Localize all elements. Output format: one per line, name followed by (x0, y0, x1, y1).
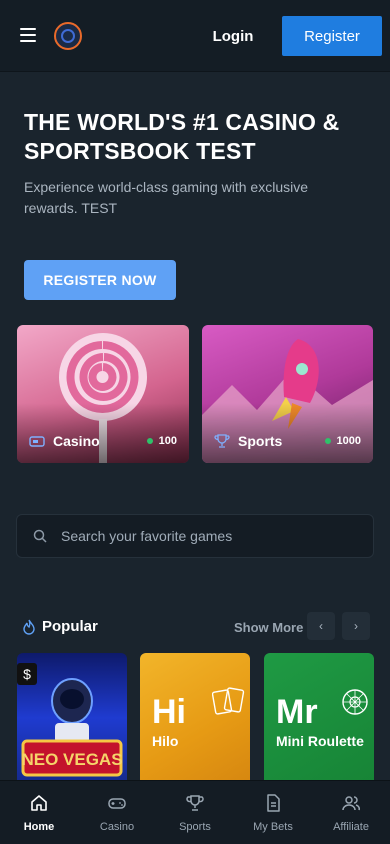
category-card-sports[interactable]: Sports 1000 (202, 325, 373, 463)
category-count: 100 (158, 435, 177, 447)
category-count: 1000 (336, 435, 361, 447)
cards-icon (212, 687, 245, 715)
game-monogram: Mr (276, 693, 318, 731)
nav-label: Affiliate (333, 821, 369, 833)
nav-label: Home (23, 821, 55, 833)
game-card-neo-vegas[interactable]: $ NEO VEGAS (17, 653, 127, 783)
game-name: Mini Roulette (276, 733, 364, 749)
popular-section-header: Popular Show More ‹ › (22, 612, 372, 642)
gamepad-icon (108, 798, 126, 809)
category-label: Sports (238, 433, 283, 449)
chevron-left-icon[interactable]: ‹ (307, 612, 335, 640)
game-name: Hilo (152, 733, 179, 749)
trophy-icon (214, 434, 230, 448)
trophy-icon (186, 795, 204, 811)
register-now-button[interactable]: REGISTER NOW (24, 260, 176, 300)
category-card-casino[interactable]: Casino 100 (17, 325, 189, 463)
hero-title: THE WORLD'S #1 CASINO & SPORTSBOOK TEST (24, 109, 340, 164)
roulette-wheel-icon (342, 689, 368, 715)
login-button[interactable]: Login (200, 16, 266, 56)
home-icon (31, 795, 47, 811)
game-monogram: Hi (152, 693, 186, 731)
neo-vegas-title: NEO VEGAS (21, 750, 122, 769)
neo-vegas-art: $ NEO VEGAS (17, 663, 123, 777)
section-title: Popular (42, 618, 98, 635)
bottom-navigation: Home Casino Sports My Bets Affiliate (0, 780, 390, 844)
nav-label: Casino (99, 821, 135, 833)
search-icon (33, 529, 47, 543)
search-input[interactable] (61, 528, 341, 544)
casino-icon (29, 436, 45, 447)
nav-item-home[interactable]: Home (0, 781, 78, 844)
show-more-link[interactable]: Show More (234, 620, 303, 635)
nav-item-casino[interactable]: Casino (78, 781, 156, 844)
chevron-right-icon[interactable]: › (342, 612, 370, 640)
nav-item-sports[interactable]: Sports (156, 781, 234, 844)
top-header: Login Register (0, 0, 390, 72)
online-dot (324, 438, 331, 444)
game-search[interactable] (16, 514, 374, 558)
nav-item-my-bets[interactable]: My Bets (234, 781, 312, 844)
game-card-mini-roulette[interactable]: Mr Mini Roulette (264, 653, 374, 783)
online-dot (146, 438, 153, 444)
svg-text:$: $ (23, 666, 31, 682)
game-card-hilo[interactable]: Hi Hilo (140, 653, 250, 783)
brand-logo[interactable] (54, 22, 82, 50)
hero-subtitle: Experience world-class gaming with exclu… (24, 179, 309, 216)
users-icon (342, 796, 360, 811)
nav-label: Sports (179, 821, 211, 833)
nav-item-affiliate[interactable]: Affiliate (312, 781, 390, 844)
flame-icon (23, 619, 35, 635)
register-button[interactable]: Register (282, 16, 382, 56)
nav-label: My Bets (253, 821, 293, 833)
category-label: Casino (53, 433, 100, 449)
hamburger-menu-icon[interactable] (20, 28, 36, 42)
document-icon (267, 794, 280, 812)
